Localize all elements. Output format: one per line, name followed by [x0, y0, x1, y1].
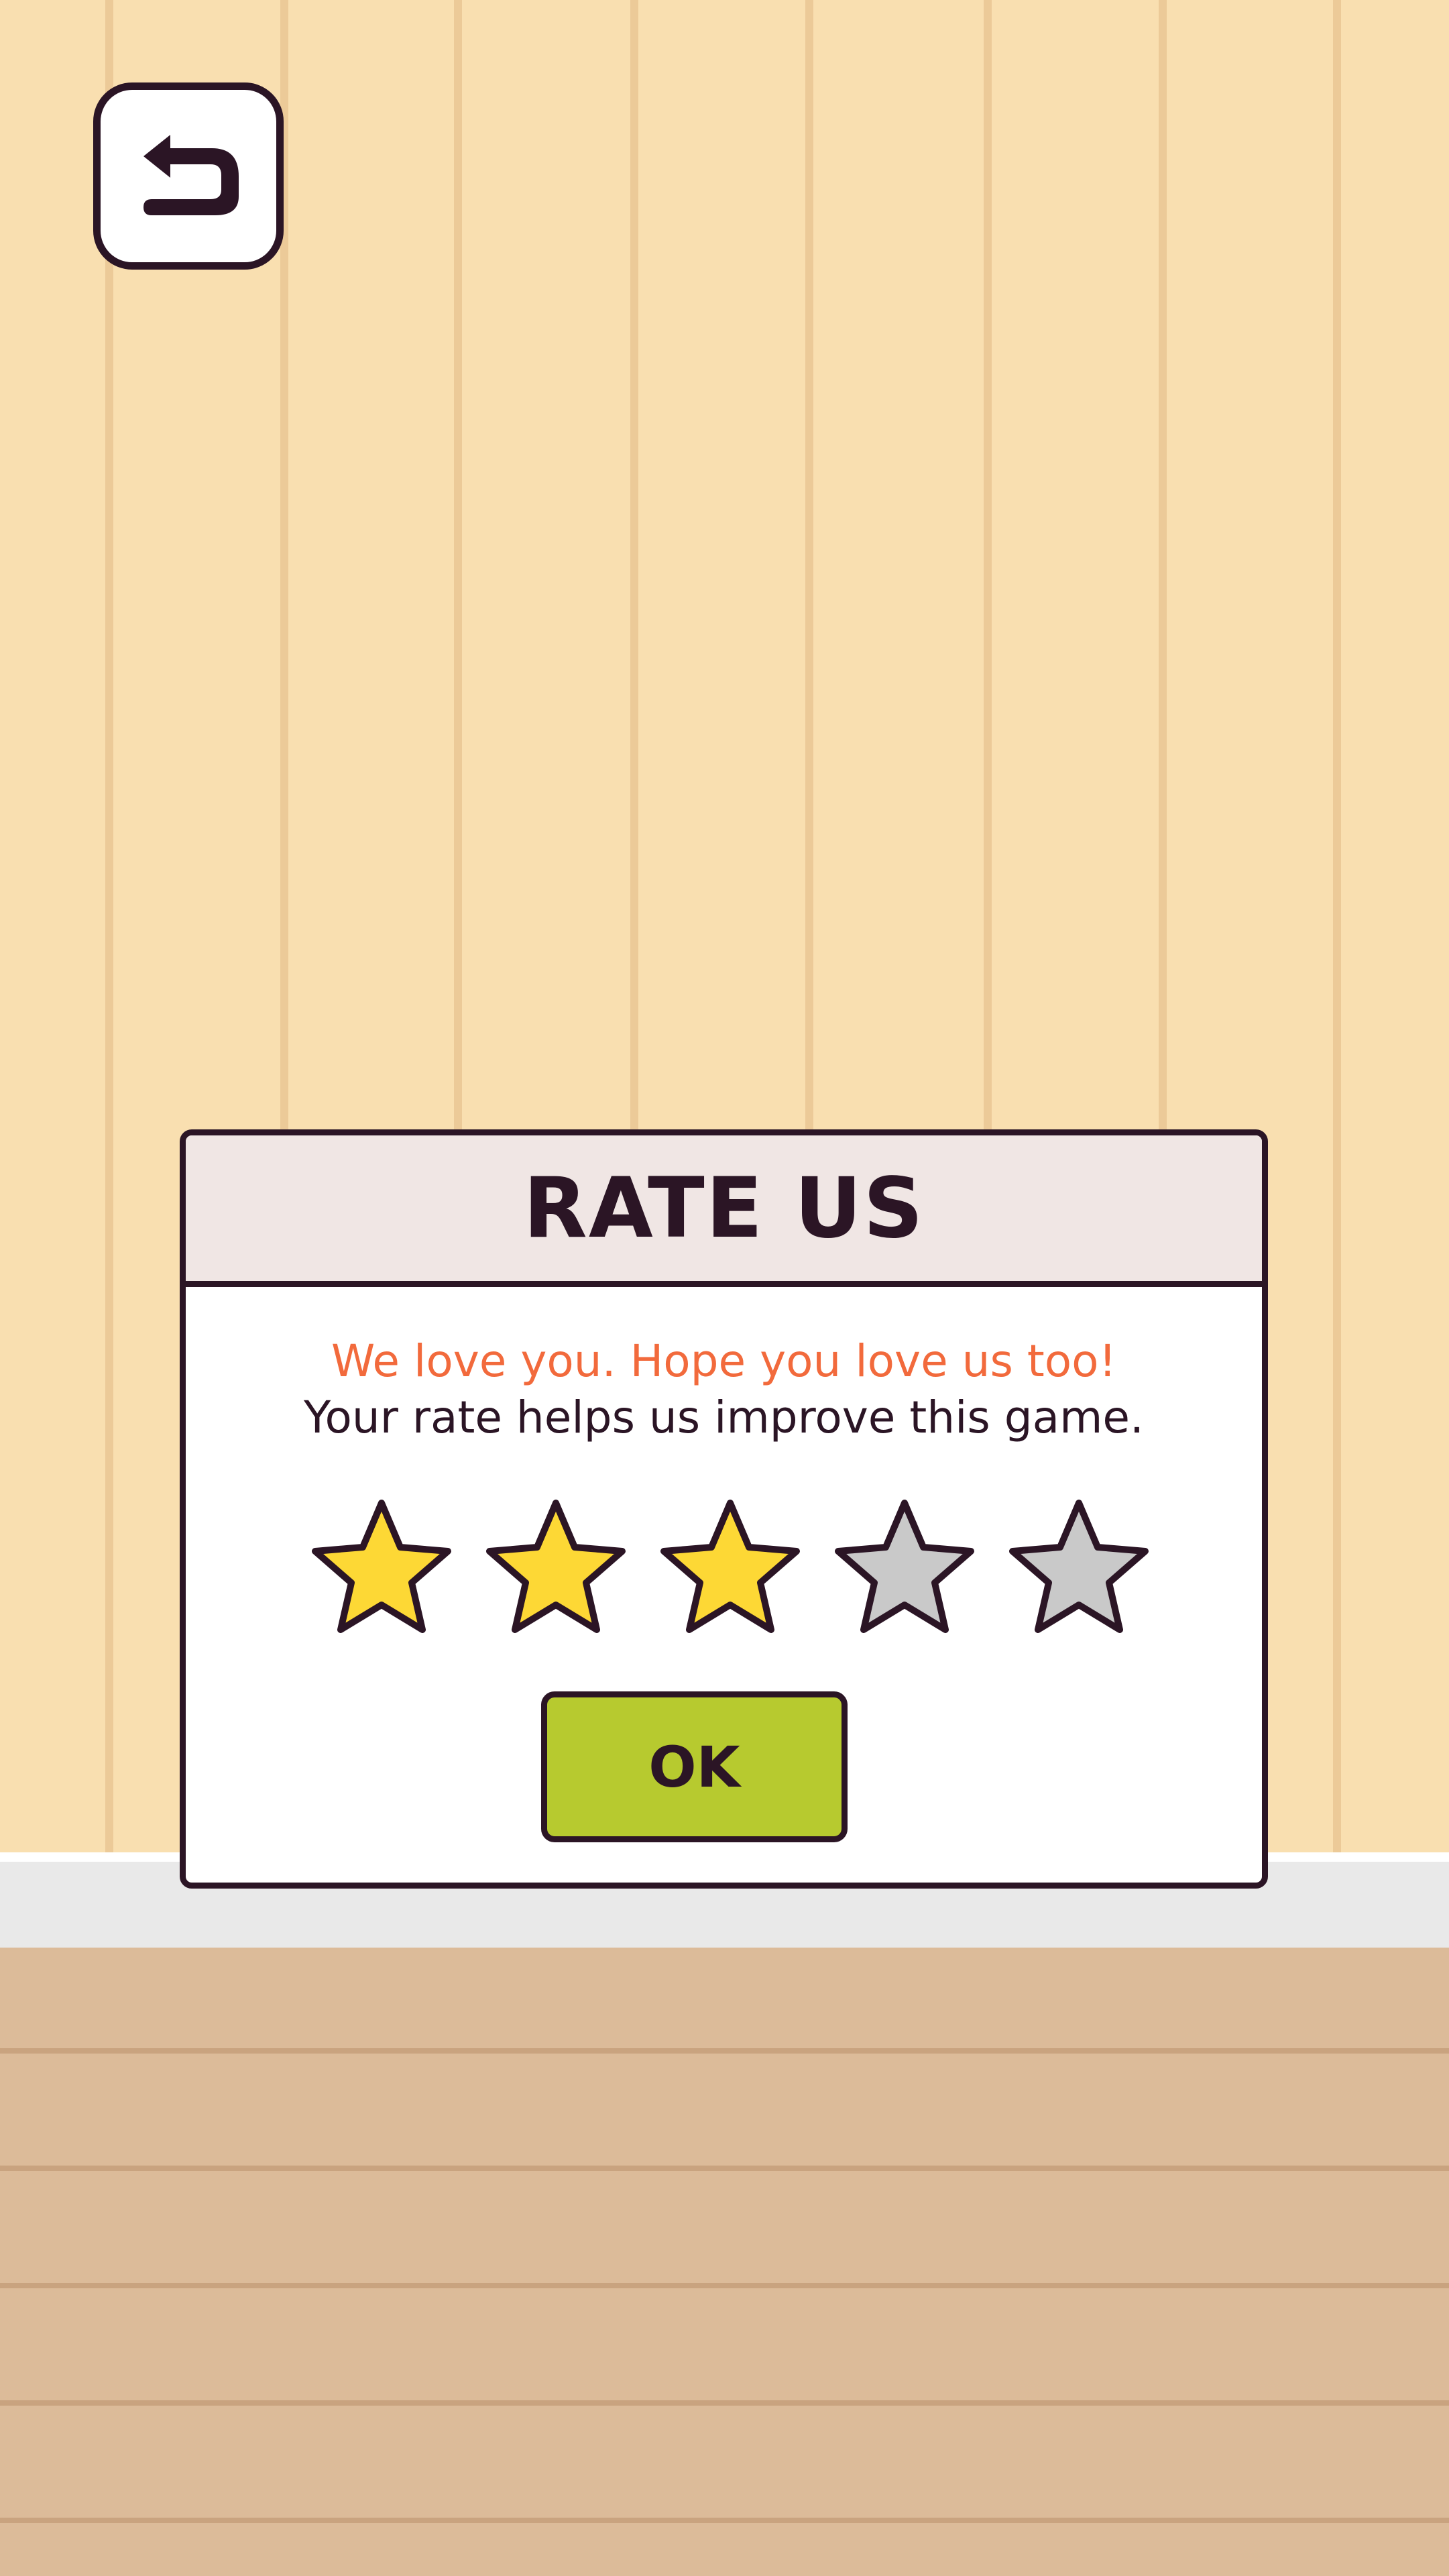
rate-us-dialog: RATE US We love you. Hope you love us to… [180, 1129, 1268, 1889]
dialog-title: RATE US [523, 1160, 925, 1257]
ok-button-label: OK [648, 1734, 740, 1800]
wall-stripe [105, 0, 113, 1852]
floor-plank-line [0, 2166, 1449, 2171]
game-scene: RATE US We love you. Hope you love us to… [0, 0, 1449, 2576]
star-icon-2[interactable] [479, 1494, 633, 1648]
love-message: We love you. Hope you love us too! [331, 1335, 1116, 1387]
help-message: Your rate helps us improve this game. [303, 1392, 1144, 1443]
star-icon-3[interactable] [653, 1494, 807, 1648]
ok-button[interactable]: OK [541, 1691, 848, 1842]
dialog-header: RATE US [186, 1135, 1262, 1287]
floor-plank-line [0, 2400, 1449, 2406]
wall-stripe [1333, 0, 1341, 1852]
star-icon-5[interactable] [1002, 1494, 1156, 1648]
return-arrow-icon [143, 134, 239, 215]
star-icon-1[interactable] [304, 1494, 459, 1648]
floor-plank-line [0, 2518, 1449, 2523]
star-icon-4[interactable] [827, 1494, 982, 1648]
floor-plank-line [0, 2048, 1449, 2054]
back-button[interactable] [93, 82, 284, 270]
star-rating [186, 1494, 1262, 1648]
floor-plank-line [0, 2283, 1449, 2288]
wooden-floor [0, 1948, 1449, 2576]
